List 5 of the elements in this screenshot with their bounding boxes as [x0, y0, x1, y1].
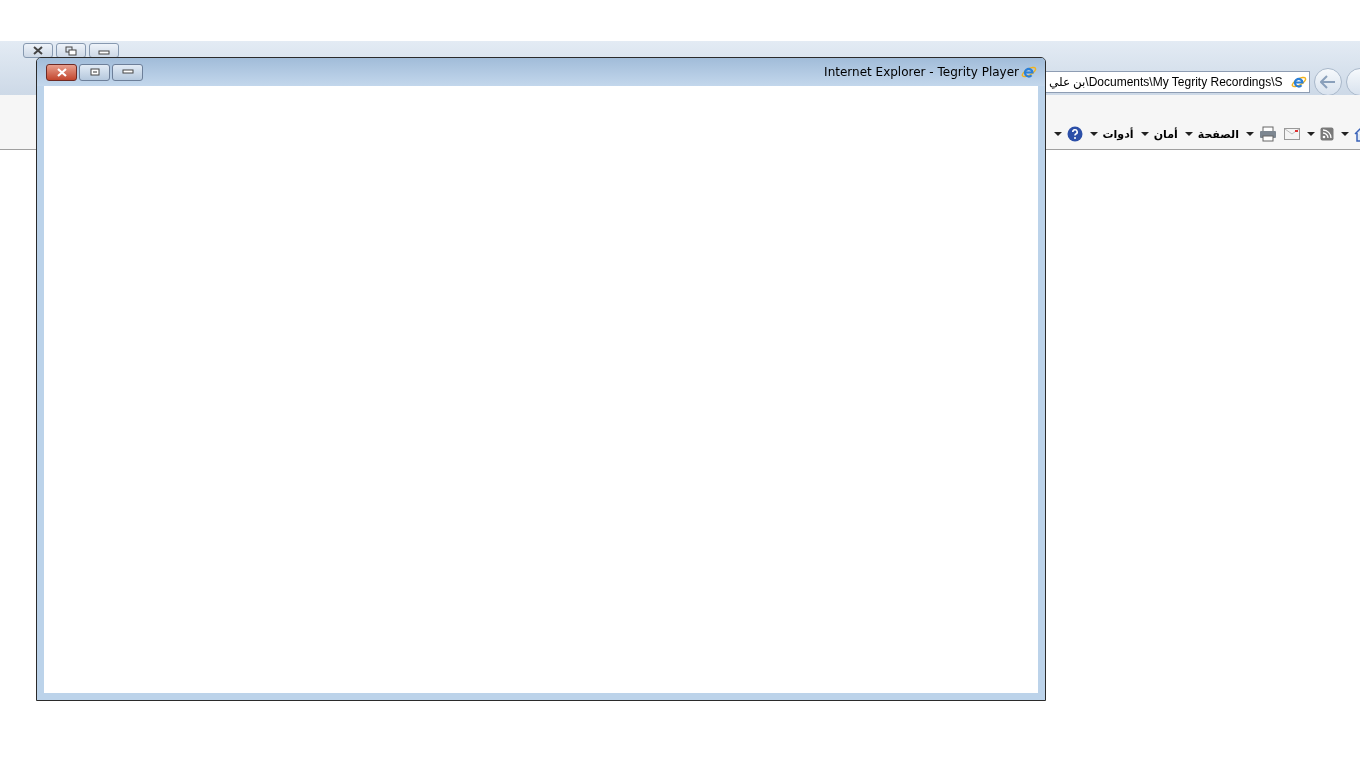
address-field[interactable]: بن علي\Documents\My Tegrity Recordings\S: [1045, 70, 1310, 93]
window-title: Internet Explorer - Tegrity Player: [824, 65, 1019, 79]
menu-button[interactable]: أمان: [1140, 127, 1178, 141]
menu-button[interactable]: أدوات: [1089, 127, 1134, 141]
menu-button[interactable]: الصفحة: [1184, 127, 1239, 141]
